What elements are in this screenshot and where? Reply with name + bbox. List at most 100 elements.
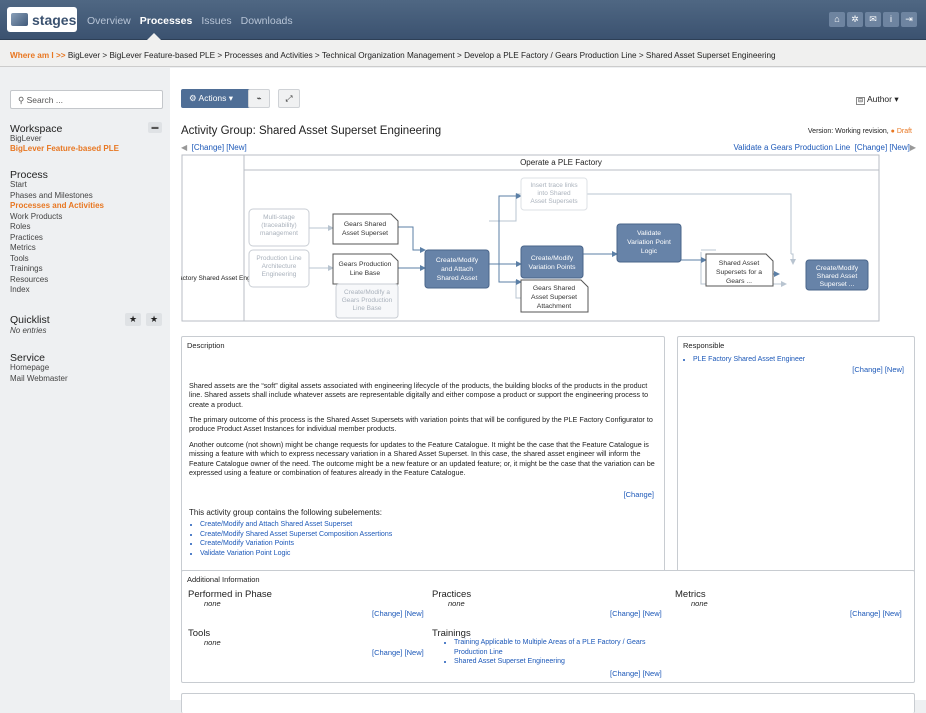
author-button[interactable]: ⊟ Author ▾ <box>850 89 916 108</box>
top-icons: ⌂ ✲ ✉ i ⇥ <box>829 12 917 27</box>
logo-text: stages <box>32 11 77 28</box>
sidebar-item-start[interactable]: Start <box>10 180 27 191</box>
service-item-homepage[interactable]: Homepage <box>10 363 49 374</box>
gear-icon: ⚙ <box>189 93 197 103</box>
description-paragraph-1: Shared assets are the “soft” digital ass… <box>189 381 649 409</box>
next-nav: Validate a Gears Production Line [Change… <box>733 143 916 152</box>
add-favorite-icon[interactable]: ★ <box>125 313 141 326</box>
metrics-value: none <box>691 599 708 608</box>
trainings-change-new[interactable]: [Change] [New] <box>610 669 662 678</box>
next-change-new[interactable]: [Change] [New] <box>855 143 910 152</box>
breadcrumb: Where am I >> BigLever > BigLever Featur… <box>0 40 926 67</box>
activity-cm-vp[interactable] <box>520 245 584 279</box>
description-title: Description <box>187 341 225 350</box>
nav-processes[interactable]: Processes <box>140 15 193 27</box>
activity-cm-sas-label: Create/Modify Shared Asset Superset ... <box>816 265 859 288</box>
subelements-heading: This activity group contains the followi… <box>189 508 382 517</box>
workspace-item-feature-ple[interactable]: BigLever Feature-based PLE <box>10 144 119 155</box>
actions-label: Actions <box>198 93 227 103</box>
folder-icon[interactable]: ▬ <box>148 122 162 133</box>
subelement-link[interactable]: Validate Variation Point Logic <box>200 549 392 559</box>
workspace-item-biglever[interactable]: BigLever <box>10 134 42 145</box>
description-paragraph-3: Another outcome (not shown) might be cha… <box>189 440 655 477</box>
service-item-mail[interactable]: Mail Webmaster <box>10 374 68 385</box>
subelement-link[interactable]: Create/Modify Variation Points <box>200 539 392 549</box>
sidebar-item-trainings[interactable]: Trainings <box>10 264 43 275</box>
process-diagram: Operate a PLE Factory PLE Factory Shared… <box>181 154 880 322</box>
activity-cm-attach-label: Create/Modify and Attach Shared Asset <box>436 257 479 282</box>
artifact-gplb[interactable] <box>332 253 399 285</box>
tools-change-new[interactable]: [Change] [New] <box>372 648 424 657</box>
prev-change-new[interactable]: [Change] [New] <box>192 143 247 152</box>
arrow-left-icon[interactable]: ◀ <box>181 143 187 152</box>
subelements-list: Create/Modify and Attach Shared Asset Su… <box>200 520 392 558</box>
practices-change-new[interactable]: [Change] [New] <box>610 609 662 618</box>
stages-logo[interactable]: stages <box>7 7 77 32</box>
logout-icon[interactable]: ⇥ <box>901 12 917 27</box>
expand-icon[interactable]: ⤢ <box>278 89 300 108</box>
main-nav: Overview Processes Issues Downloads <box>87 15 293 27</box>
star-icon[interactable]: ★ <box>146 313 162 326</box>
home-icon[interactable]: ⌂ <box>829 12 845 27</box>
sidebar-item-phases[interactable]: Phases and Milestones <box>10 191 93 202</box>
additional-info-panel: Additional Information Performed in Phas… <box>181 570 915 683</box>
nav-overview[interactable]: Overview <box>87 15 131 27</box>
mail-icon[interactable]: ✉ <box>865 12 881 27</box>
sidebar-item-index[interactable]: Index <box>10 285 30 296</box>
responsible-change-new[interactable]: [Change] [New] <box>852 365 904 374</box>
artifact-gsasa-label: Gears Shared Asset Superset Attachment <box>531 285 577 310</box>
sidebar-item-resources[interactable]: Resources <box>10 275 48 286</box>
responsible-title: Responsible <box>683 341 725 350</box>
arrow-right-icon[interactable]: ▶ <box>910 143 916 152</box>
tools-value: none <box>204 638 221 647</box>
main-content: ⚙ Actions ▾ ⌁ ⤢ ⊟ Author ▾ Activity Grou… <box>170 68 926 713</box>
activity-multistage-label: Multi-stage (traceability) management <box>260 214 298 237</box>
activity-pl-arch-label: Production Line Architecture Engineering <box>256 255 302 278</box>
gear-icon[interactable]: ✲ <box>847 12 863 27</box>
metrics-change-new[interactable]: [Change] [New] <box>850 609 902 618</box>
search-input[interactable]: ⚲ Search ... <box>10 90 163 109</box>
phase-change-new[interactable]: [Change] [New] <box>372 609 424 618</box>
sidebar-item-metrics[interactable]: Metrics <box>10 243 36 254</box>
practices-value: none <box>448 599 465 608</box>
training-link[interactable]: Training Applicable to Multiple Areas of… <box>454 638 679 657</box>
actions-button[interactable]: ⚙ Actions ▾ <box>181 89 254 108</box>
top-navigation-bar: stages Overview Processes Issues Downloa… <box>0 0 926 40</box>
sidebar-item-work-products[interactable]: Work Products <box>10 212 62 223</box>
quicklist-empty: No entries <box>10 326 47 335</box>
responsible-list: PLE Factory Shared Asset Engineer <box>693 355 805 365</box>
responsible-role-link[interactable]: PLE Factory Shared Asset Engineer <box>693 355 805 365</box>
sidebar-item-roles[interactable]: Roles <box>10 222 30 233</box>
active-nav-indicator <box>147 33 161 40</box>
description-change-link[interactable]: [Change] <box>624 490 654 499</box>
draft-icon: ● <box>890 128 895 135</box>
link-icon[interactable]: ⌁ <box>248 89 270 108</box>
nav-issues[interactable]: Issues <box>201 15 231 27</box>
sidebar-item-practices[interactable]: Practices <box>10 233 43 244</box>
phase-value: none <box>204 599 221 608</box>
training-link[interactable]: Shared Asset Superset Engineering <box>454 657 679 667</box>
nav-downloads[interactable]: Downloads <box>241 15 293 27</box>
breadcrumb-path[interactable]: BigLever > BigLever Feature-based PLE > … <box>68 51 776 60</box>
subelement-link[interactable]: Create/Modify Shared Asset Superset Comp… <box>200 530 392 540</box>
sidebar-item-tools[interactable]: Tools <box>10 254 29 265</box>
version-state: Draft <box>896 128 912 135</box>
author-label: Author <box>866 94 892 104</box>
version-info: Version: Working revision, ● Draft <box>808 128 912 135</box>
phase-label: Performed in Phase <box>188 589 272 600</box>
sidebar-item-processes[interactable]: Processes and Activities <box>10 201 104 212</box>
description-paragraph-2: The primary outcome of this process is t… <box>189 415 653 434</box>
sidebar: ⚲ Search ... Workspace ▬ BigLever BigLev… <box>0 68 170 700</box>
author-icon: ⊟ <box>856 97 866 105</box>
next-panel <box>181 693 915 713</box>
search-placeholder: Search ... <box>26 95 63 105</box>
next-activity-link[interactable]: Validate a Gears Production Line <box>733 143 850 152</box>
artifact-gsas[interactable] <box>332 213 399 245</box>
info-icon[interactable]: i <box>883 12 899 27</box>
quicklist-heading: Quicklist <box>10 314 50 326</box>
version-label: Version: Working revision, <box>807 128 889 135</box>
stages-logo-icon <box>11 13 28 26</box>
trainings-list: Training Applicable to Multiple Areas of… <box>454 638 679 667</box>
subelement-link[interactable]: Create/Modify and Attach Shared Asset Su… <box>200 520 392 530</box>
page-title: Activity Group: Shared Asset Superset En… <box>181 125 442 137</box>
